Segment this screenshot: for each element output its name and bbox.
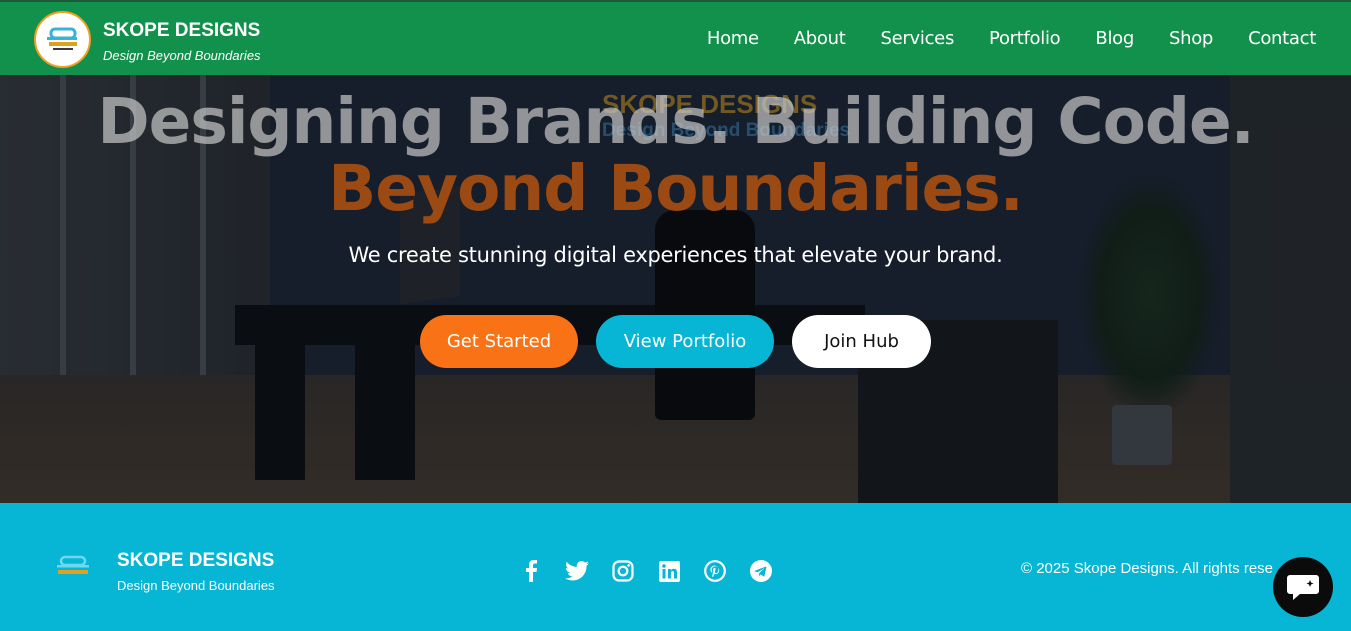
get-started-button[interactable]: Get Started <box>420 315 578 368</box>
instagram-icon[interactable] <box>610 558 636 584</box>
footer-logo-icon <box>57 555 89 574</box>
logo-mark-icon <box>46 27 77 50</box>
site-footer: SKOPE DESIGNS Design Beyond Boundaries ©… <box>0 503 1351 631</box>
chat-icon <box>1287 575 1319 600</box>
site-header: SKOPE DESIGNS Design Beyond Boundaries H… <box>0 0 1351 75</box>
nav-portfolio[interactable]: Portfolio <box>989 28 1061 49</box>
hero-headline-line1: Designing Brands. Building Code. <box>97 85 1254 158</box>
twitter-icon[interactable] <box>564 558 590 584</box>
facebook-icon[interactable] <box>518 558 544 584</box>
brand-tagline: Design Beyond Boundaries <box>103 48 261 63</box>
hero-section: SKOPE DESIGNS Design Beyond Boundaries D… <box>0 75 1351 503</box>
view-portfolio-button[interactable]: View Portfolio <box>596 315 774 368</box>
brand-name[interactable]: SKOPE DESIGNS <box>103 20 260 42</box>
main-nav: Home About Services Portfolio Blog Shop … <box>707 28 1316 49</box>
footer-brand-tagline: Design Beyond Boundaries <box>117 578 275 593</box>
copyright-text: © 2025 Skope Designs. All rights rese <box>1021 560 1274 577</box>
nav-contact[interactable]: Contact <box>1248 28 1316 49</box>
nav-services[interactable]: Services <box>881 28 955 49</box>
pinterest-icon[interactable] <box>702 558 728 584</box>
join-hub-button[interactable]: Join Hub <box>792 315 931 368</box>
linkedin-icon[interactable] <box>656 558 682 584</box>
footer-brand-name: SKOPE DESIGNS <box>117 550 275 571</box>
nav-blog[interactable]: Blog <box>1095 28 1134 49</box>
nav-home[interactable]: Home <box>707 28 759 49</box>
telegram-icon[interactable] <box>748 558 774 584</box>
brand-logo[interactable] <box>34 11 91 68</box>
hero-subtitle: We create stunning digital experiences t… <box>348 243 1003 267</box>
social-links <box>518 558 774 584</box>
chat-widget-button[interactable] <box>1273 557 1333 617</box>
hero-headline-line2: Beyond Boundaries. <box>328 152 1023 225</box>
nav-shop[interactable]: Shop <box>1169 28 1213 49</box>
nav-about[interactable]: About <box>794 28 846 49</box>
